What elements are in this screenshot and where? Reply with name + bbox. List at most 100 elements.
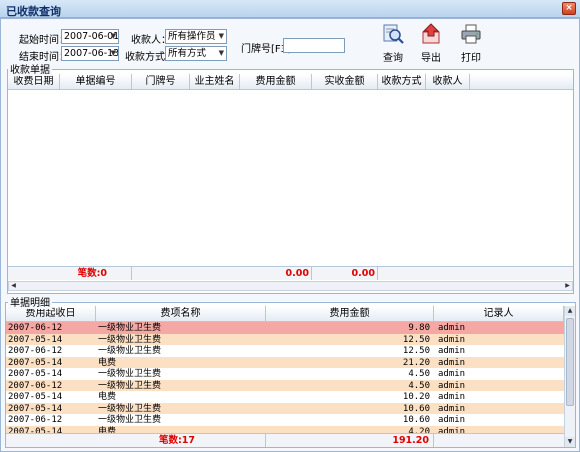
row-date: 2007-05-14: [8, 357, 63, 368]
row-amount: 21.20: [402, 357, 430, 368]
row-amount: 4.50: [408, 380, 430, 391]
row-amount: 4.20: [408, 426, 430, 434]
collector-value: 所有操作员: [168, 31, 216, 42]
chevron-down-icon: ▼: [218, 32, 224, 40]
row-recorder: admin: [438, 415, 466, 425]
row-date: 2007-06-12: [8, 323, 63, 333]
row-item: 一级物业卫生费: [98, 380, 162, 391]
table-row[interactable]: 2007-05-14 电费 21.20 admin: [6, 356, 564, 369]
row-date: 2007-05-14: [8, 369, 63, 379]
magnifier-icon: [383, 24, 404, 44]
table-row[interactable]: 2007-06-12 一级物业卫生费 4.50 admin: [6, 379, 564, 392]
row-item: 电费: [98, 392, 117, 402]
row-item: 一级物业卫生费: [98, 403, 162, 414]
receipts-summary-row: 笔数:0 0.00 0.00: [8, 266, 573, 280]
row-amount: 4.50: [408, 369, 430, 379]
row-amount: 12.50: [402, 334, 430, 345]
row-recorder: admin: [438, 346, 466, 356]
title-bar: 已收款查询 ×: [0, 0, 580, 18]
row-recorder: admin: [438, 323, 466, 333]
row-recorder: admin: [438, 403, 466, 414]
scroll-right-icon[interactable]: ▶: [563, 282, 572, 290]
details-group-label: 单据明细: [8, 294, 52, 309]
receipts-fee-total: 0.00: [132, 267, 312, 280]
row-date: 2007-05-14: [8, 334, 63, 345]
main-window: 起始时间： 2007-06-01 ▼ 结束时间： 2007-06-13 ▼ 收款…: [0, 18, 580, 452]
col-receipt-date[interactable]: 收费日期: [8, 74, 60, 90]
table-row[interactable]: 2007-05-14 一级物业卫生费 4.50 admin: [6, 368, 564, 380]
table-row[interactable]: 2007-06-12 一级物业卫生费 9.80 admin: [6, 322, 564, 335]
table-row[interactable]: 2007-05-14 电费 4.20 admin: [6, 425, 564, 434]
row-item: 一级物业卫生费: [98, 334, 162, 345]
scroll-up-icon[interactable]: ▲: [565, 306, 575, 316]
payment-method-value: 所有方式: [168, 48, 207, 59]
export-label: 导出: [421, 53, 441, 64]
row-recorder: admin: [438, 392, 466, 402]
chevron-down-icon: ▼: [110, 32, 116, 40]
receipts-received-total: 0.00: [312, 267, 378, 280]
row-item: 一级物业卫生费: [98, 369, 162, 379]
details-vertical-scrollbar[interactable]: ▲ ▼: [564, 306, 575, 447]
row-amount: 12.50: [402, 346, 430, 356]
row-item: 一级物业卫生费: [98, 346, 162, 356]
col-item-name[interactable]: 费项名称: [96, 306, 266, 322]
details-rows: 2007-06-12 一级物业卫生费 9.80 admin 2007-05-14 一级物业…: [6, 322, 564, 433]
row-item: 一级物业卫生费: [98, 415, 162, 425]
receipts-group-label: 收款单据: [8, 61, 52, 76]
details-header: 费用起收日 费项名称 费用金额 记录人: [6, 306, 564, 322]
row-recorder: admin: [438, 426, 466, 434]
end-date-picker[interactable]: 2007-06-13 ▼: [61, 46, 119, 61]
col-fee-amount[interactable]: 费用金额: [240, 74, 312, 90]
col-collector[interactable]: 收款人: [426, 74, 470, 90]
receipts-header: 收费日期 单据编号 门牌号 业主姓名 费用金额 实收金额 收款方式 收款人: [8, 74, 573, 90]
row-item: 电费: [98, 426, 117, 434]
row-recorder: admin: [438, 369, 466, 379]
row-recorder: admin: [438, 334, 466, 345]
details-count: 笔数:17: [6, 434, 266, 447]
col-recorder[interactable]: 记录人: [434, 306, 564, 322]
printer-icon: [461, 24, 481, 44]
scroll-thumb[interactable]: [566, 318, 574, 406]
query-label: 查询: [383, 53, 403, 64]
collector-select[interactable]: 所有操作员 ▼: [165, 29, 227, 44]
table-row[interactable]: 2007-06-12 一级物业卫生费 12.50 admin: [6, 345, 564, 357]
query-button[interactable]: 查询: [375, 23, 411, 64]
receipts-count: 笔数:0: [8, 267, 132, 280]
row-date: 2007-05-14: [8, 392, 63, 402]
row-item: 一级物业卫生费: [98, 323, 162, 333]
table-row[interactable]: 2007-05-14 电费 10.20 admin: [6, 391, 564, 403]
row-date: 2007-05-14: [8, 426, 63, 434]
table-row[interactable]: 2007-06-12 一级物业卫生费 10.60 admin: [6, 414, 564, 426]
close-button[interactable]: ×: [562, 2, 576, 15]
row-date: 2007-06-12: [8, 346, 63, 356]
chevron-down-icon: ▼: [110, 49, 116, 57]
receipts-horizontal-scrollbar[interactable]: ◀ ▶: [8, 281, 573, 291]
print-label: 打印: [461, 53, 481, 64]
row-amount: 10.60: [402, 415, 430, 425]
row-date: 2007-06-12: [8, 380, 63, 391]
table-row[interactable]: 2007-05-14 一级物业卫生费 10.60 admin: [6, 402, 564, 415]
start-date-picker[interactable]: 2007-06-01 ▼: [61, 29, 119, 44]
window-title: 已收款查询: [6, 5, 61, 18]
col-received-amount[interactable]: 实收金额: [312, 74, 378, 90]
row-recorder: admin: [438, 357, 466, 368]
scroll-left-icon[interactable]: ◀: [9, 282, 18, 290]
col-door-number[interactable]: 门牌号: [132, 74, 190, 90]
row-amount: 10.20: [402, 392, 430, 402]
receipts-panel: 收费日期 单据编号 门牌号 业主姓名 费用金额 实收金额 收款方式 收款人 笔数…: [7, 69, 574, 294]
row-amount: 9.80: [408, 323, 430, 333]
door-number-input[interactable]: [283, 38, 345, 53]
print-button[interactable]: 打印: [453, 23, 489, 64]
scroll-down-icon[interactable]: ▼: [565, 437, 575, 447]
row-date: 2007-06-12: [8, 415, 63, 425]
payment-method-select[interactable]: 所有方式 ▼: [165, 46, 227, 61]
row-amount: 10.60: [402, 403, 430, 414]
row-item: 电费: [98, 357, 117, 368]
export-button[interactable]: 导出: [413, 23, 449, 64]
col-payment-method[interactable]: 收款方式: [378, 74, 426, 90]
chevron-down-icon: ▼: [218, 49, 224, 57]
col-amount[interactable]: 费用金额: [266, 306, 434, 322]
col-owner-name[interactable]: 业主姓名: [190, 74, 240, 90]
col-receipt-number[interactable]: 单据编号: [60, 74, 132, 90]
table-row[interactable]: 2007-05-14 一级物业卫生费 12.50 admin: [6, 333, 564, 346]
